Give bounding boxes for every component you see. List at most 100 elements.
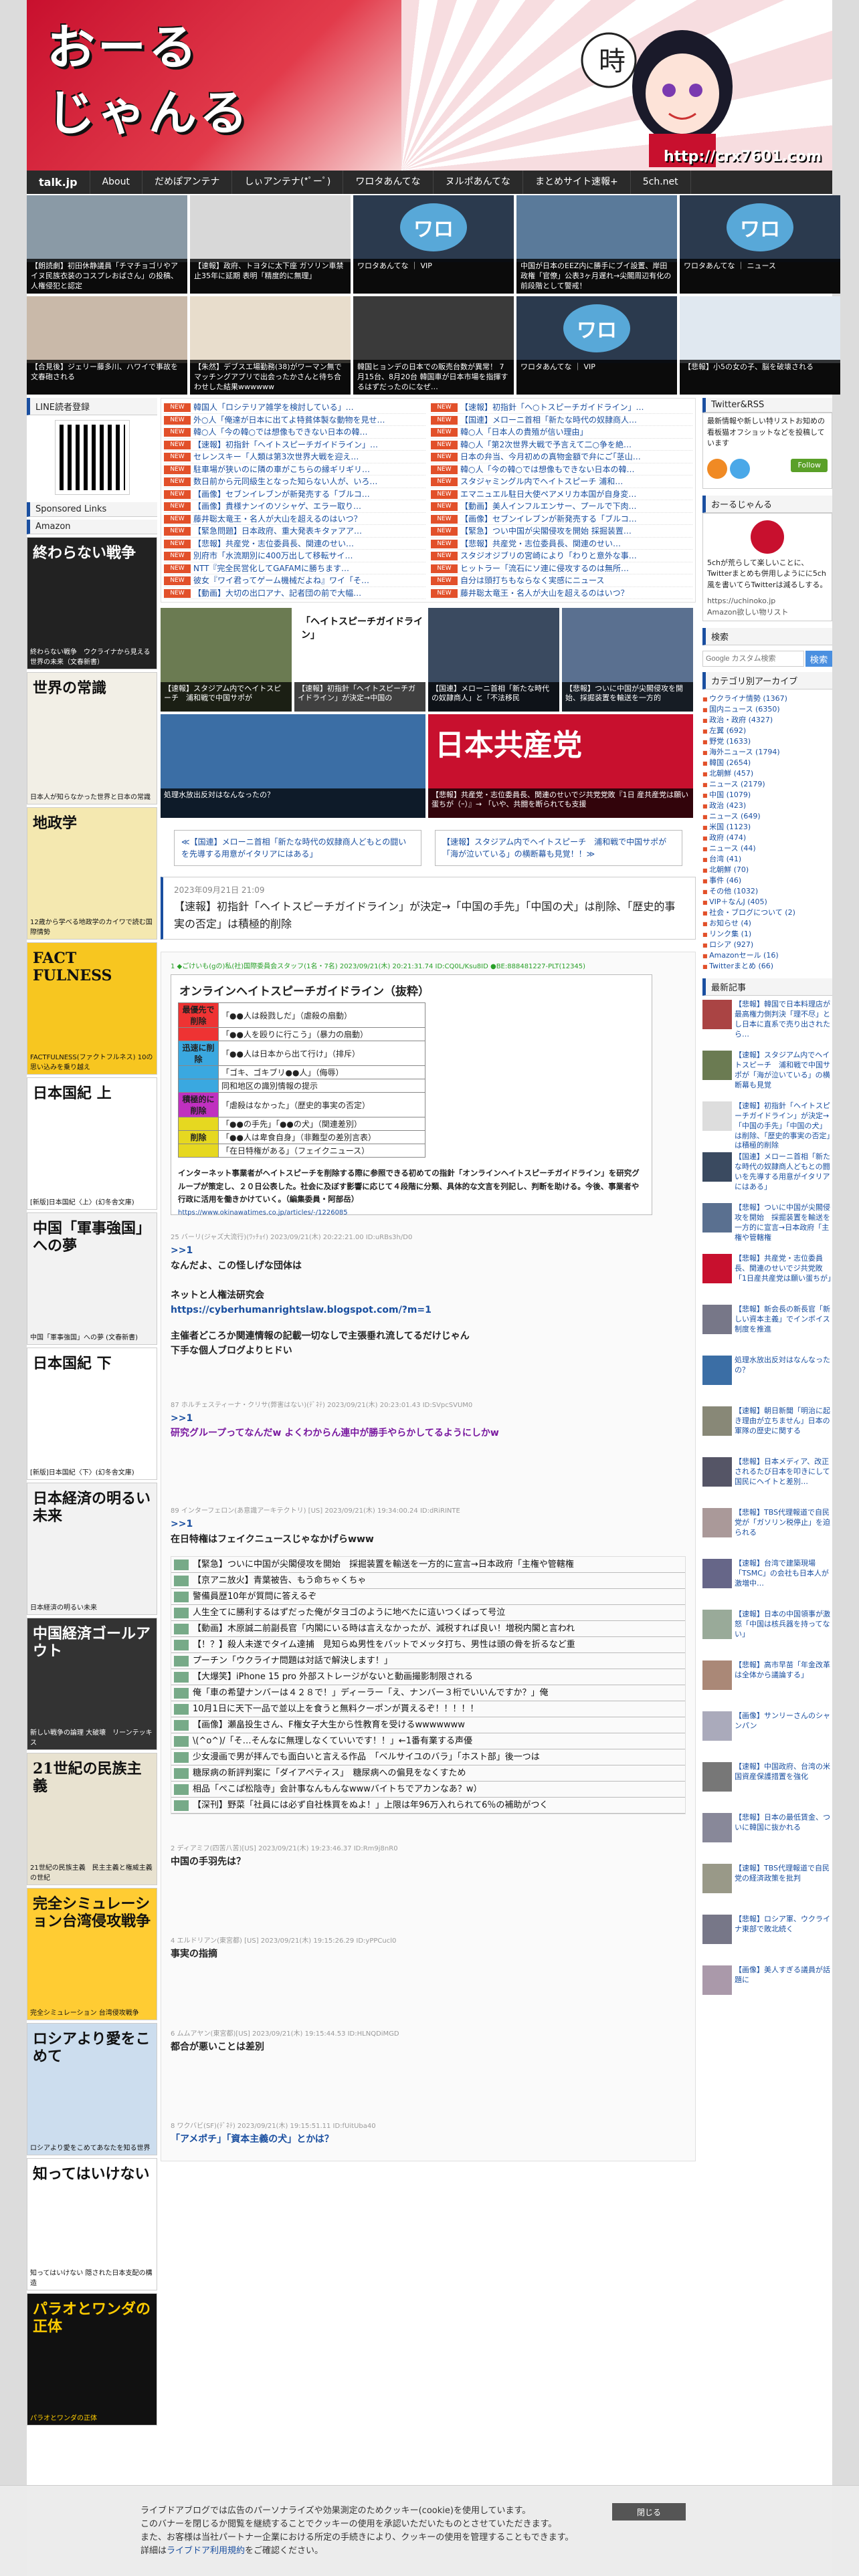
- recent-link[interactable]: 【悲報】ついに中国が尖閣侵攻を開始 採掘装置を輸送を一方的に宣言→日本政府「主権…: [735, 1203, 832, 1250]
- cookie-close-button[interactable]: 閉じる: [612, 2503, 686, 2520]
- nav-5ch[interactable]: 5ch.net: [631, 171, 691, 194]
- nav-matome[interactable]: まとめサイト速報+: [523, 171, 631, 194]
- nav-shii[interactable]: しぃアンテナ(*ﾟーﾟ): [232, 171, 344, 194]
- news-link[interactable]: 外○人「俺達が日本に出てよ特貧体製な動物を見せ…: [193, 415, 385, 425]
- amazon-book[interactable]: 日本国紀 上 [新版]日本国紀〈上〉(幻冬舎文庫): [27, 1077, 157, 1210]
- category-item[interactable]: 社会・ブログについて (2): [702, 907, 832, 918]
- amazon-book[interactable]: 地政学 12歳から学べる地政学のカイワで読む国際情勢: [27, 807, 157, 940]
- category-item[interactable]: ニュース (649): [702, 811, 832, 822]
- recent-item[interactable]: 【速報】初指針「ヘイトスピーチガイドライン」が決定→「中国の手先」「中国の犬」は…: [702, 1101, 832, 1148]
- amazon-book[interactable]: 中国「軍事強国」への夢 中国「軍事強国」への夢 (文春新書): [27, 1212, 157, 1345]
- news-link[interactable]: 駐車場が狭いのに隣の車がこちらの縁ギリギリ…: [193, 465, 370, 474]
- category-item[interactable]: ウクライナ情勢 (1367): [702, 693, 832, 704]
- headline-link[interactable]: \(^o^)/「そ…そんなに無理しなくていいです！！」←1番有業する声優: [193, 1734, 472, 1749]
- article-picture[interactable]: 【速報】スタジアム内でヘイトスピーチ 浦和戦で中国サポが: [161, 608, 292, 712]
- article-picture[interactable]: 【悲報】ついに中国が尖閣侵攻を開始、採掘装置を輸送を一方的: [562, 608, 693, 712]
- recent-item[interactable]: 【悲報】韓国で日本料理店が最高権力側判決「理不尽」とし日本に直系で売り出されたら…: [702, 1000, 832, 1047]
- recent-item[interactable]: 【速報】中国政府、台湾の米国資産保護措置を強化: [702, 1762, 832, 1809]
- news-link[interactable]: 【画像】セブンイレブンが新発売する「ブルコ…: [193, 490, 370, 499]
- category-item[interactable]: 国内ニュース (6350): [702, 704, 832, 715]
- category-item[interactable]: リンク集 (1): [702, 929, 832, 940]
- site-logo-line2[interactable]: じゃんる: [47, 74, 250, 144]
- category-item[interactable]: 左翼 (692): [702, 726, 832, 736]
- headline-link[interactable]: 糖尿病の新評判案に「ダイアペティス」 糖尿病への偏見をなくすため: [193, 1766, 466, 1781]
- news-link[interactable]: エマニュエル駐日大使ペアメリカ本国が自身変…: [460, 490, 636, 499]
- headline-link[interactable]: 【画像】瀬畠投生さん、F権女子大生から性教育を受けるwwwwwww: [193, 1718, 465, 1733]
- headline-link[interactable]: 10月1日に天下一品で並以上を食うと無料クーポンが貰えるぞ！！！！！: [193, 1702, 478, 1717]
- featured-thumb[interactable]: ワロ ワロタあんてな ｜ VIP: [353, 195, 514, 294]
- featured-thumb[interactable]: 中国が日本のEEZ内に勝手にブイ設置、岸田政権「官僚」公表3ヶ月遅れ→尖閣周辺有…: [516, 195, 677, 294]
- featured-thumb[interactable]: 韓国ヒョンデの日本での販売台数が異常！ 7月15台、8月20台 韓国車が日本市場…: [353, 296, 514, 395]
- nav-nurupo[interactable]: ヌルポあんてな: [434, 171, 523, 194]
- news-link[interactable]: 【画像】セブンイレブンが新発売する「ブルコ…: [460, 514, 637, 524]
- category-item[interactable]: お知らせ (4): [702, 918, 832, 929]
- recent-item[interactable]: 【画像】美人すぎる議員が話題に: [702, 1965, 832, 2012]
- recent-item[interactable]: 【悲報】日本の最低賃金、ついに韓国に抜かれる: [702, 1813, 832, 1860]
- article-picture[interactable]: 「ヘイトスピーチガイドライン」 【速報】初指針「ヘイトスピーチガイドライン」が決定…: [294, 608, 425, 712]
- amazon-book[interactable]: ロシアより愛をこめて ロシアより愛をこめてあなたを知る世界: [27, 2023, 157, 2155]
- reply-anchor[interactable]: >>1: [171, 1517, 686, 1531]
- rss-icon[interactable]: [707, 458, 727, 479]
- headline-link[interactable]: 相品「ぺこぱ松陰寺」会計事なんもんなwwwバイトちでアカンなあ？w）: [193, 1782, 482, 1797]
- amazon-book[interactable]: 知ってはいけない 知ってはいけない 隠された日本支配の構造: [27, 2158, 157, 2290]
- recent-link[interactable]: 【悲報】韓国で日本料理店が最高権力側判決「理不尽」とし日本に直系で売り出されたら…: [735, 1000, 832, 1047]
- amazon-book[interactable]: パラオとワンダの正体 パラオとワンダの正体: [27, 2293, 157, 2426]
- featured-thumb[interactable]: ワロ ワロタあんてな ｜ VIP: [516, 296, 677, 395]
- recent-link[interactable]: 【画像】美人すぎる議員が話題に: [735, 1965, 832, 2012]
- news-link[interactable]: 【緊急】つい中国が尖閣侵攻を開始 採掘装置…: [460, 526, 632, 536]
- recent-link[interactable]: 処理水放出反対はなんなったの？: [735, 1356, 832, 1402]
- category-item[interactable]: 野党 (1633): [702, 736, 832, 747]
- recent-link[interactable]: 【悲報】高市早苗「年金改革は全体から議論する」: [735, 1660, 832, 1707]
- category-item[interactable]: 北朝鮮 (70): [702, 865, 832, 875]
- news-link[interactable]: 日本の弁当、今月初めの真物金額で弁にご｢茎山…: [460, 452, 641, 461]
- amazon-book[interactable]: FACT FULNESS FACTFULNESS(ファクトフルネス) 10の思い込…: [27, 942, 157, 1075]
- category-item[interactable]: 中国 (1079): [702, 790, 832, 800]
- headline-link[interactable]: 【深刊】野菜「社員には必ず自社株買をぬよ！」上限は年96万入れられて6％の補助が…: [193, 1798, 548, 1813]
- twitter-icon[interactable]: [729, 458, 750, 479]
- recent-link[interactable]: 【速報】日本の中国領事が激怒「中国は核兵器を持ってない」: [735, 1610, 832, 1656]
- news-link[interactable]: 【緊急問題】日本政府、重大発表キタァアア…: [193, 526, 362, 536]
- recent-item[interactable]: 【速報】台湾で建築現場「TSMC」の会社も日本人が激増中…: [702, 1559, 832, 1606]
- recent-item[interactable]: 【悲報】共産党・志位委員長、関連のせいでジ共党敗「1日産共産党は願い蛋ちが」: [702, 1254, 832, 1301]
- category-item[interactable]: その他 (1032): [702, 886, 832, 897]
- news-link[interactable]: ヒットラー「流石にソ連に侵攻するのは無所…: [460, 564, 629, 573]
- recent-link[interactable]: 【速報】朝日新聞「明治に起き理由が立ちません」日本の軍隊の歴史に関する: [735, 1406, 832, 1453]
- headline-link[interactable]: 俺「車の希望ナンバーは４２８で！」ディーラー「え、ナンバー３桁でいいんですか？」…: [193, 1686, 548, 1701]
- recent-link[interactable]: 【悲報】日本の最低賃金、ついに韓国に抜かれる: [735, 1813, 832, 1860]
- amazon-book[interactable]: 完全シミュレーション台湾侵攻戦争 完全シミュレーション 台湾侵攻戦争: [27, 1888, 157, 2020]
- reply-anchor[interactable]: >>1: [171, 1411, 686, 1426]
- headline-link[interactable]: 【緊急】ついに中国が尖閣侵攻を開始 採掘装置を輸送を一方的に宣言→日本政府「主権…: [193, 1558, 574, 1572]
- news-link[interactable]: 【速報】初指針「ヘ○トスピーチガイドライン」…: [460, 403, 644, 412]
- news-link[interactable]: 【動画】美人インフルエンサー、プールで下肉…: [460, 502, 637, 511]
- headline-link[interactable]: 【大爆笑】iPhone 15 pro 外部ストレージがないと動画撮影制限される: [193, 1670, 473, 1685]
- amazon-book[interactable]: 21世紀の民族主義 21世紀の民族主義 民主主義と権威主義の世紀: [27, 1753, 157, 1885]
- featured-thumb[interactable]: 【悲報】小5の女の子、脳を破壊される: [680, 296, 840, 395]
- news-link[interactable]: セレンスキー「人類は第3次世界大戦を迎え…: [193, 452, 359, 461]
- headline-link[interactable]: 【動画】木原誠二前副長官「内閣にいる時は言えなかったが、減税すれば良い！増税内閣…: [193, 1622, 575, 1636]
- news-link[interactable]: 韓○人「日本人の貴殖が信い理由」: [460, 427, 587, 437]
- recent-item[interactable]: 【悲報】高市早苗「年金改革は全体から議論する」: [702, 1660, 832, 1707]
- headline-link[interactable]: プーチン「ウクライナ問題は対話で解決します！」: [193, 1654, 393, 1669]
- news-link[interactable]: NTT『完全民営化してGAFAMに勝ちます…: [193, 564, 349, 573]
- headline-link[interactable]: 警備員歴10年が質問に答えるぞ: [193, 1590, 316, 1604]
- category-item[interactable]: 海外ニュース (1794): [702, 747, 832, 758]
- category-item[interactable]: ロシア (927): [702, 940, 832, 950]
- recent-item[interactable]: 【速報】日本の中国領事が激怒「中国は核兵器を持ってない」: [702, 1610, 832, 1656]
- category-item[interactable]: 北朝鮮 (457): [702, 768, 832, 779]
- amazon-book[interactable]: 世界の常識 日本人が知らなかった世界と日本の常識: [27, 672, 157, 804]
- recent-item[interactable]: 処理水放出反対はなんなったの？: [702, 1356, 832, 1402]
- amazon-book[interactable]: 終わらない戦争 終わらない戦争 ウクライナから見える世界の未来（文春新書）: [27, 537, 157, 669]
- headline-link[interactable]: 少女漫画で男が拝んでも面白いと言える作品 「ベルサイユのバラ」「ホスト部」後一つ…: [193, 1750, 540, 1765]
- category-item[interactable]: ニュース (44): [702, 843, 832, 854]
- headline-link[interactable]: 【！？】殺人未遂でタイム達捕 見知らぬ男性をバットでメッタ打ち、男性は頭の骨を折…: [193, 1638, 575, 1652]
- featured-thumb[interactable]: 【速報】政府、トヨタに太下座 ガソリン車禁止35年に延期 表明「精度的に無理」: [190, 195, 351, 294]
- recent-link[interactable]: 【悲報】新会長の新長官「新しい資本主義」でインボイス制度を推進: [735, 1305, 832, 1352]
- news-link[interactable]: 数日前から元同級生となった知らない人が、いろ…: [193, 477, 377, 486]
- terms-link[interactable]: ライブドア利用規約: [167, 2546, 245, 2556]
- amazon-book[interactable]: 中国経済ゴールアウト 新しい戦争の論理 大破壊 リーンテッキス: [27, 1618, 157, 1750]
- category-item[interactable]: ニュース (2179): [702, 779, 832, 790]
- recent-item[interactable]: 【画像】サンリーさんのシャンパン: [702, 1711, 832, 1758]
- recent-link[interactable]: 【悲報】日本メディア、改正されるたび日本を叩きにして国民にヘイトと差別…: [735, 1457, 832, 1504]
- article-picture[interactable]: 【国連】メローニ首相「新たな時代の奴隷商人」と「不法移民: [428, 608, 559, 712]
- news-link[interactable]: 【悲報】共産党・志位委員長、関連のせい…: [460, 539, 621, 548]
